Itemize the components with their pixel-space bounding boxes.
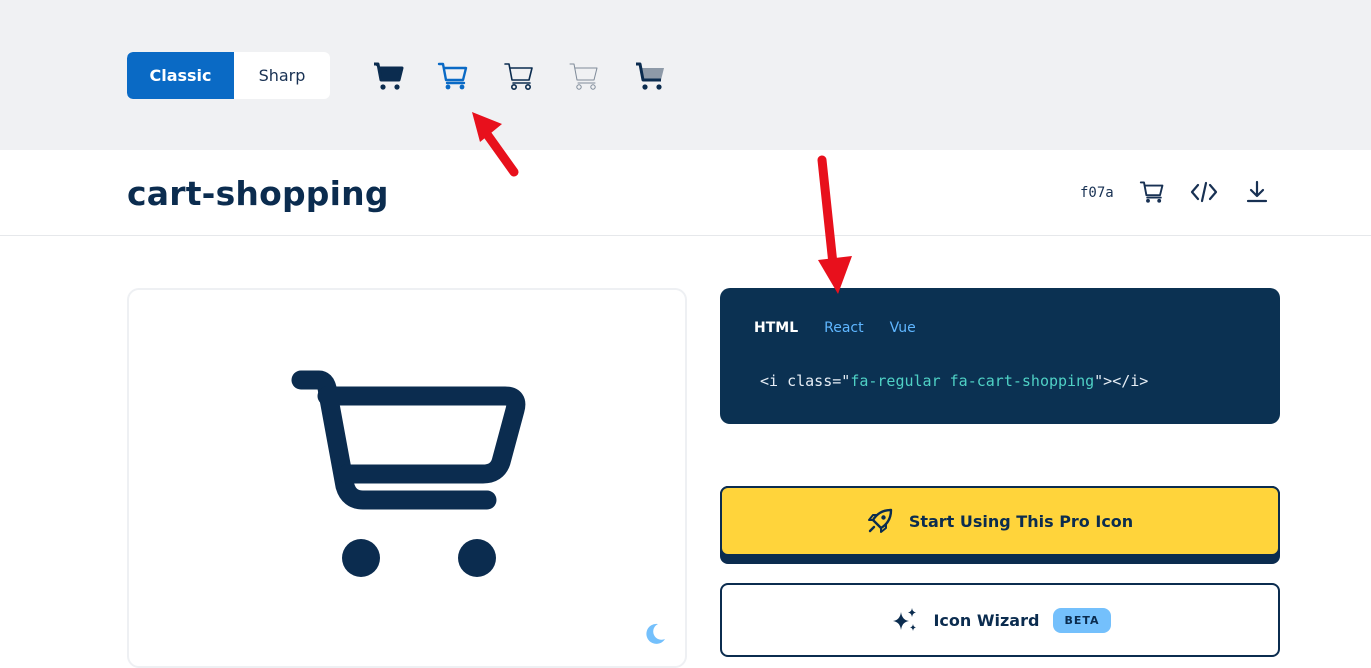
- moon-icon[interactable]: [643, 622, 667, 646]
- icon-header: cart-shopping f07a: [0, 150, 1371, 236]
- start-using-label: Start Using This Pro Icon: [908, 511, 1134, 531]
- tab-vue[interactable]: Vue: [890, 320, 916, 336]
- tab-html[interactable]: HTML: [754, 320, 798, 336]
- variant-solid-button[interactable]: [370, 58, 406, 94]
- icon-title: cart-shopping: [127, 174, 389, 213]
- icon-wizard-button[interactable]: Icon Wizard BETA: [720, 583, 1280, 657]
- code-prefix: <i class=": [760, 372, 851, 390]
- code-snippet-panel: HTML React Vue <i class="fa-regular fa-c…: [720, 288, 1280, 424]
- rocket-icon: [867, 508, 893, 533]
- tab-react[interactable]: React: [824, 320, 863, 336]
- beta-badge: BETA: [1053, 607, 1111, 633]
- download-icon: [1246, 180, 1268, 203]
- sparkles-icon: [893, 608, 917, 631]
- cart-shopping-duotone-icon: [636, 62, 664, 90]
- style-bar: Classic Sharp: [0, 0, 1371, 150]
- variant-duotone-button[interactable]: [632, 58, 668, 94]
- copy-glyph-button[interactable]: [1138, 178, 1166, 206]
- cart-shopping-solid-icon: [374, 62, 404, 90]
- code-tabs: HTML React Vue: [754, 320, 916, 336]
- variant-regular-button[interactable]: [435, 58, 471, 94]
- variant-thin-button[interactable]: [566, 58, 602, 94]
- code-icon: [1190, 181, 1218, 203]
- code-suffix: "></i>: [1094, 372, 1149, 390]
- cart-shopping-light-icon: [504, 63, 533, 90]
- cart-shopping-thin-icon: [569, 63, 598, 90]
- start-using-pro-icon-button[interactable]: Start Using This Pro Icon: [720, 486, 1280, 564]
- icon-wizard-label: Icon Wizard: [933, 610, 1040, 630]
- download-button[interactable]: [1243, 178, 1271, 206]
- variant-light-button[interactable]: [501, 58, 537, 94]
- classic-toggle-button[interactable]: Classic: [127, 52, 234, 99]
- copy-code-button[interactable]: [1190, 178, 1218, 206]
- icon-preview: [127, 288, 687, 668]
- start-using-face: Start Using This Pro Icon: [720, 486, 1280, 556]
- cart-shopping-regular-icon: [291, 370, 526, 577]
- unicode-value[interactable]: f07a: [1080, 185, 1114, 201]
- cart-shopping-regular-icon: [437, 62, 468, 90]
- family-toggle: Classic Sharp: [127, 52, 330, 99]
- sharp-toggle-button[interactable]: Sharp: [234, 52, 330, 99]
- code-class-value: fa-regular fa-cart-shopping: [850, 372, 1095, 390]
- code-snippet[interactable]: <i class="fa-regular fa-cart-shopping"><…: [760, 372, 1148, 390]
- cart-icon: [1139, 181, 1164, 203]
